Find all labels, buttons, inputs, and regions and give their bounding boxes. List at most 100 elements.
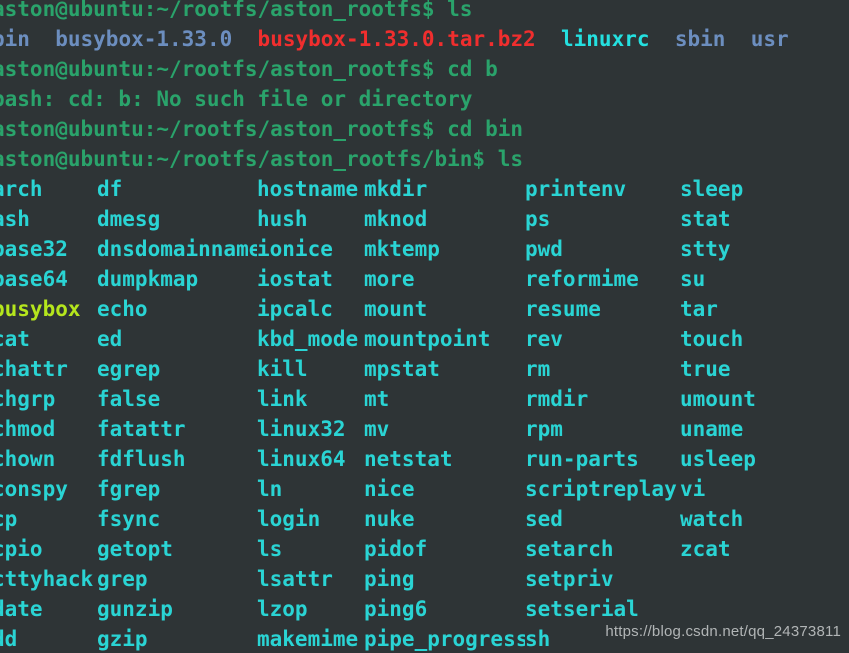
applet-name: gunzip [97, 597, 173, 621]
applet-name: nuke [364, 507, 415, 531]
applet-name: setpriv [525, 567, 614, 591]
applet-name: rpm [525, 417, 563, 441]
ls-entry-gap [650, 27, 675, 51]
ls-entry-gap [30, 27, 55, 51]
applet-name: linux32 [257, 417, 346, 441]
applet-name: mv [364, 417, 390, 441]
applet-name: reformime [525, 267, 639, 291]
applet-name: netstat [364, 447, 453, 471]
ls-grid-row: chown fdflush linux64 netstat run-parts uslee… [0, 444, 849, 474]
applet-name: kbd_mode [257, 327, 359, 351]
applet-name: sed [525, 507, 563, 531]
applet-name: mknod [364, 207, 428, 231]
shell-prompt: aston@ubuntu:~/rootfs/aston_rootfs$ [0, 57, 448, 81]
applet-name: mpstat [364, 357, 440, 381]
applet-name: tar [680, 297, 718, 321]
applet-name: linux64 [257, 447, 346, 471]
applet-name: login [257, 507, 321, 531]
applet-name: echo [97, 297, 148, 321]
applet-name: kill [257, 357, 308, 381]
applet-name: hush [257, 207, 308, 231]
ls-entry: linuxrc [561, 27, 650, 51]
ls-grid-row: busybox echo ipcalc mount resume tar [0, 294, 849, 324]
applet-name: mkdir [364, 177, 428, 201]
csdn-watermark: https://blog.csdn.net/qq_24373811 [605, 623, 841, 640]
applet-name: df [97, 177, 123, 201]
applet-name: ash [0, 207, 30, 231]
applet-name: cpio [0, 537, 43, 561]
applet-name: hostname [257, 177, 359, 201]
applet-name: uname [680, 417, 744, 441]
applet-name: rmdir [525, 387, 589, 411]
ls-entry: bin [0, 27, 30, 51]
terminal-window[interactable]: aston@ubuntu:~/rootfs/aston_rootfs$ lsbi… [0, 0, 849, 653]
applet-name: link [257, 387, 308, 411]
ls-grid-row: conspy fgrep ln nice scriptreplayvi [0, 474, 849, 504]
applet-name: stty [680, 237, 731, 261]
shell-error-message: bash: cd: b: No such file or directory [0, 84, 849, 114]
applet-name: lsattr [257, 567, 333, 591]
applet-name: mt [364, 387, 390, 411]
applet-name: dnsdomainname [97, 237, 257, 261]
applet-name: more [364, 267, 415, 291]
applet-name: fatattr [97, 417, 186, 441]
applet-name: fgrep [97, 477, 161, 501]
applet-name: run-parts [525, 447, 639, 471]
applet-name: ionice [257, 237, 333, 261]
ls-grid-row: cat ed kbd_modemountpoint rev touch [0, 324, 849, 354]
applet-name: resume [525, 297, 601, 321]
applet-name: sleep [680, 177, 744, 201]
shell-prompt: aston@ubuntu:~/rootfs/aston_rootfs$ [0, 117, 448, 141]
applet-name: watch [680, 507, 744, 531]
ls-grid-row: arch df hostnamemkdir printenv sleep [0, 174, 849, 204]
ls-entry-gap [725, 27, 750, 51]
terminal-prompt-line: aston@ubuntu:~/rootfs/aston_rootfs$ ls [0, 0, 849, 24]
terminal-prompt-line: aston@ubuntu:~/rootfs/aston_rootfs$ cd b… [0, 114, 849, 144]
applet-name: chattr [0, 357, 68, 381]
applet-name: cat [0, 327, 30, 351]
applet-name: zcat [680, 537, 731, 561]
applet-name: mount [364, 297, 428, 321]
ls-grid-row: ash dmesg hush mknod ps stat [0, 204, 849, 234]
ls-grid-row: base32 dnsdomainnameionice mktemp pwd stty [0, 234, 849, 264]
applet-name: dmesg [97, 207, 161, 231]
applet-name: mountpoint [364, 327, 491, 351]
ls-grid-row: cp fsync login nuke sed watch [0, 504, 849, 534]
ls-entry: usr [750, 27, 789, 51]
applet-name: iostat [257, 267, 333, 291]
applet-name: lzop [257, 597, 308, 621]
shell-command: ls [497, 147, 524, 171]
ls-grid-row: chmod fatattr linux32 mv rpm uname [0, 414, 849, 444]
applet-name: date [0, 597, 43, 621]
applet-name: false [97, 387, 161, 411]
applet-name: chown [0, 447, 56, 471]
applet-name: rev [525, 327, 563, 351]
applet-name: base64 [0, 267, 68, 291]
applet-name: touch [680, 327, 744, 351]
terminal-scrollback: aston@ubuntu:~/rootfs/aston_rootfs$ lsbi… [0, 0, 849, 174]
applet-name: scriptreplay [525, 477, 677, 501]
applet-name: dd [0, 627, 18, 651]
applet-name: pwd [525, 237, 563, 261]
applet-name: printenv [525, 177, 627, 201]
ls-output-grid: arch df hostnamemkdir printenv sleep ash dmesg… [0, 174, 849, 653]
applet-name: grep [97, 567, 148, 591]
applet-name: setarch [525, 537, 614, 561]
applet-name: true [680, 357, 731, 381]
ls-entry-row: bin busybox-1.33.0 busybox-1.33.0.tar.bz… [0, 24, 849, 54]
ls-grid-row: cttyhack grep lsattr ping setpriv [0, 564, 849, 594]
applet-name: makemime [257, 627, 359, 651]
applet-name: su [680, 267, 706, 291]
applet-name: conspy [0, 477, 68, 501]
applet-name: nice [364, 477, 415, 501]
applet-name: ed [97, 327, 123, 351]
applet-name: ping [364, 567, 415, 591]
terminal-prompt-line: aston@ubuntu:~/rootfs/aston_rootfs/bin$ … [0, 144, 849, 174]
applet-name: stat [680, 207, 731, 231]
applet-name: busybox [0, 297, 81, 321]
terminal-prompt-line: aston@ubuntu:~/rootfs/aston_rootfs$ cd b [0, 54, 849, 84]
ls-grid-row: cpio getopt ls pidof setarch zcat [0, 534, 849, 564]
shell-command: cd b [447, 57, 498, 81]
applet-name: cttyhack [0, 567, 94, 591]
applet-name: mktemp [364, 237, 440, 261]
